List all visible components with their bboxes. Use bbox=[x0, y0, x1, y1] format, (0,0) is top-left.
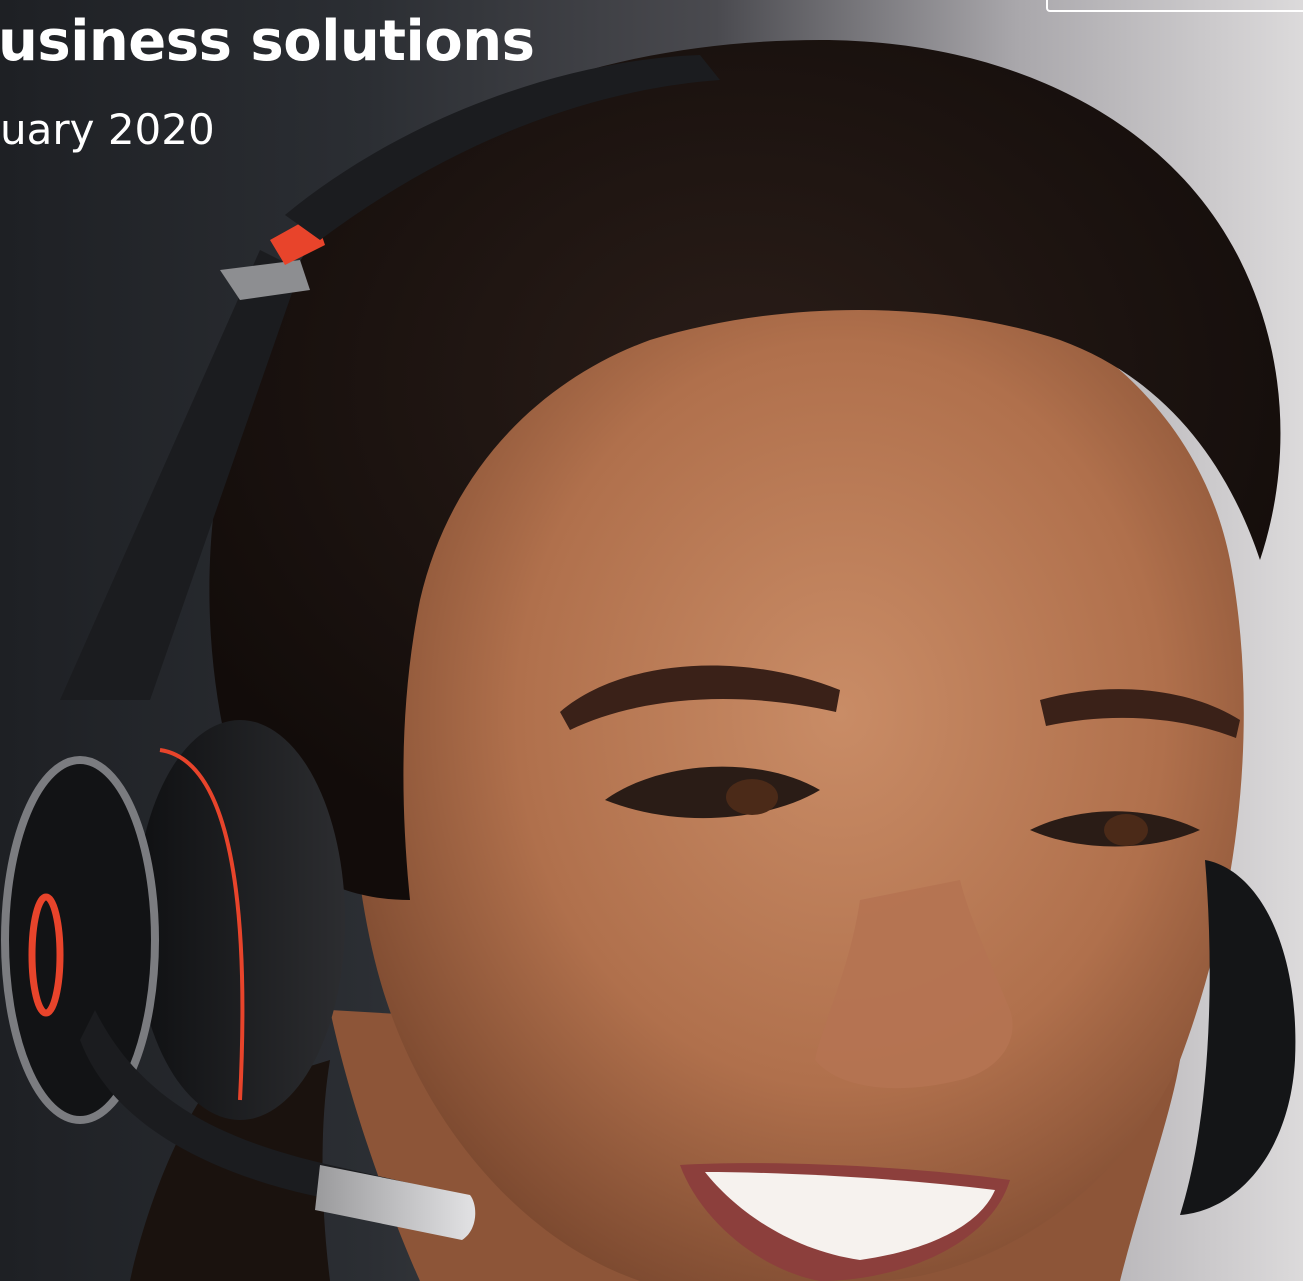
corner-outline-box bbox=[1046, 0, 1303, 12]
page-title: usiness solutions bbox=[0, 9, 535, 74]
hero-photo: usiness solutions uary 2020 bbox=[0, 0, 1303, 1281]
portrait-illustration bbox=[1, 40, 1296, 1281]
date-subtitle: uary 2020 bbox=[0, 105, 215, 154]
